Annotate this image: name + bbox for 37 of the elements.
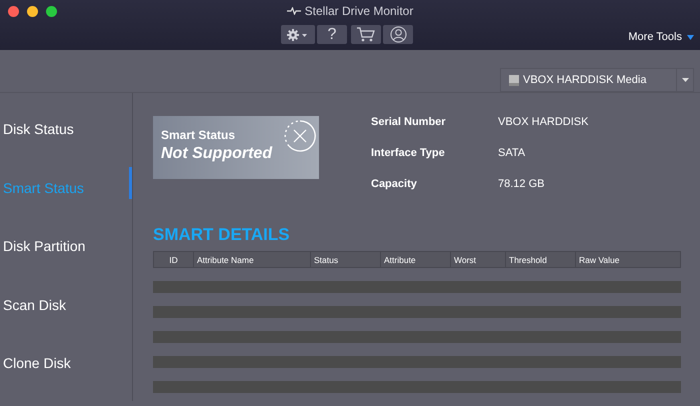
section-title: SMART DETAILS xyxy=(153,225,291,245)
settings-button[interactable] xyxy=(281,25,315,44)
column-header[interactable]: Status xyxy=(310,252,380,268)
detail-value: VBOX HARDDISK xyxy=(498,116,588,130)
zoom-button[interactable] xyxy=(46,6,57,17)
column-header[interactable]: Attribute Name xyxy=(194,252,310,268)
detail-label: Capacity xyxy=(371,178,418,192)
detail-value: 78.12 GB xyxy=(498,178,546,192)
detail-value: SATA xyxy=(498,147,526,161)
caret-icon xyxy=(682,78,688,82)
drive-dropdown[interactable]: VBOX HARDDISK Media xyxy=(500,68,694,92)
user-icon xyxy=(390,26,406,43)
minimize-button[interactable] xyxy=(27,6,38,17)
sidebar-item[interactable]: Clone Disk xyxy=(3,355,71,371)
cross-circle-icon xyxy=(283,119,317,153)
close-button[interactable] xyxy=(8,6,19,17)
sidebar-item[interactable]: Disk Partition xyxy=(3,238,86,254)
account-button[interactable] xyxy=(383,25,413,44)
status-card-value: Not Supported xyxy=(161,145,274,163)
sidebar-item[interactable]: Scan Disk xyxy=(3,296,66,312)
pulse-icon xyxy=(286,7,301,15)
cart-icon xyxy=(357,27,375,42)
column-header[interactable]: ID xyxy=(154,252,194,268)
detail-label: Interface Type xyxy=(371,147,446,161)
window-title: Stellar Drive Monitor xyxy=(304,4,414,18)
column-header[interactable]: Raw Value xyxy=(576,252,680,268)
detail-label: Serial Number xyxy=(371,116,447,130)
column-header[interactable]: Attribute xyxy=(380,252,450,268)
settings-icon xyxy=(287,28,309,40)
more-tools-button[interactable]: More Tools xyxy=(628,30,694,44)
help-button[interactable]: ? xyxy=(317,25,347,44)
cart-button[interactable] xyxy=(351,25,381,44)
column-header[interactable]: Worst xyxy=(450,252,506,268)
sidebar-item[interactable]: Disk Status xyxy=(3,121,74,137)
column-header[interactable]: Threshold xyxy=(506,252,576,268)
status-card-title: Smart Status xyxy=(161,128,236,142)
caret-icon xyxy=(687,34,694,40)
